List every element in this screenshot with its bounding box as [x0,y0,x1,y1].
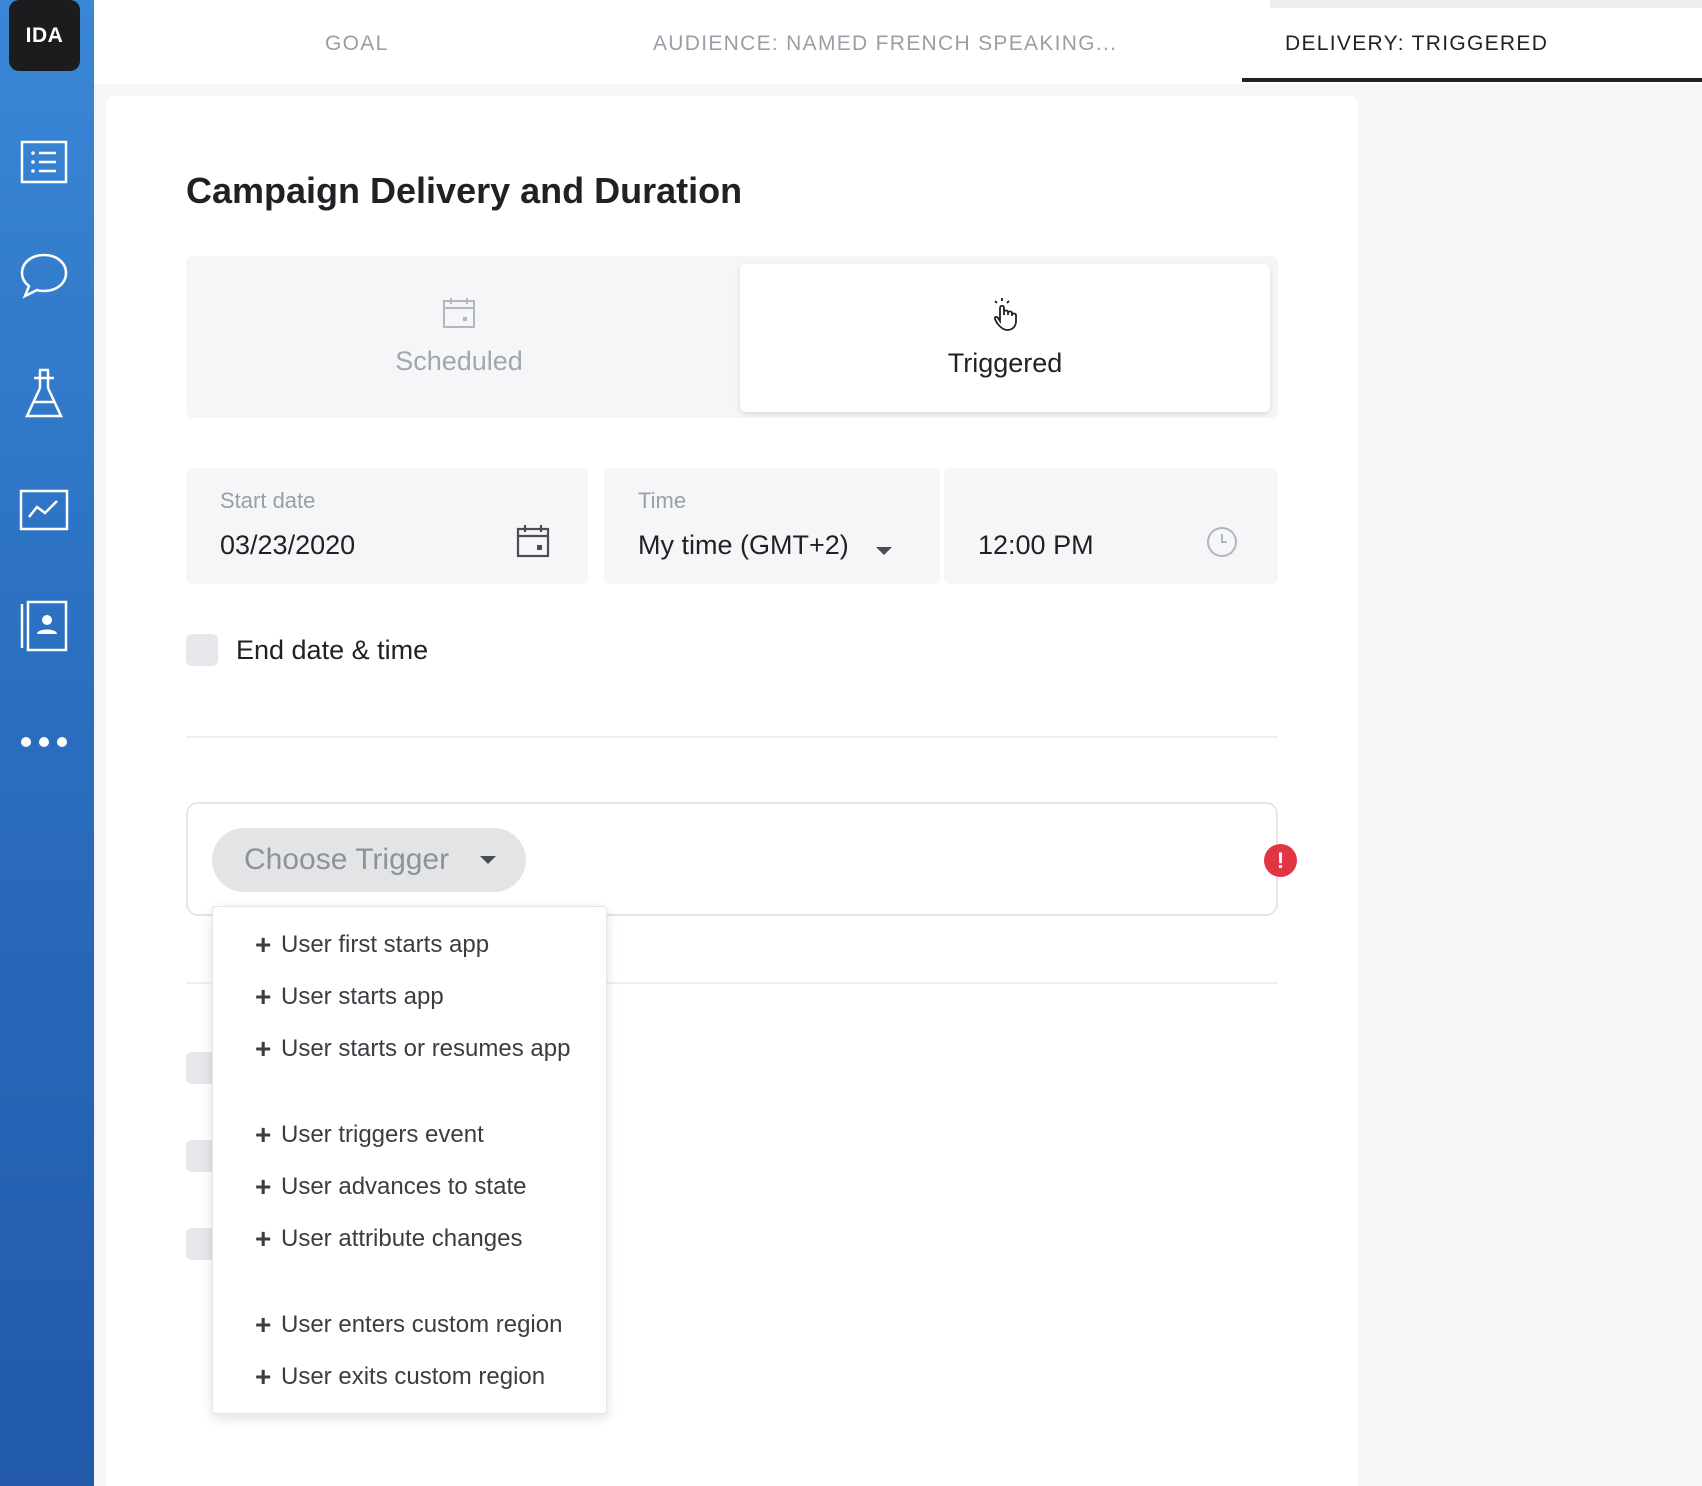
timezone-select[interactable]: Time My time (GMT+2) [604,468,940,584]
start-date-value: 03/23/2020 [220,530,356,560]
chat-bubble-icon[interactable] [16,248,72,304]
menu-item-label: User exits custom region [281,1363,546,1390]
end-date-label: End date & time [236,634,429,665]
trigger-container: Choose Trigger ! [186,802,1297,916]
clock-icon[interactable] [1206,526,1238,563]
tap-hand-icon [990,297,1020,336]
menu-item-user-triggers-event[interactable]: + User triggers event [255,1117,484,1153]
triggered-option[interactable]: Triggered [740,264,1270,412]
chart-icon[interactable] [16,482,72,538]
menu-item-label: User starts app [281,983,444,1010]
tab-audience[interactable]: AUDIENCE: NAMED FRENCH SPEAKING... [653,32,1117,56]
tab-delivery[interactable]: DELIVERY: TRIGGERED [1285,32,1548,56]
end-date-row: End date & time [186,634,428,666]
topbar-strip [1270,0,1702,8]
app-logo[interactable]: IDA [9,0,80,71]
menu-item-user-attribute-changes[interactable]: + User attribute changes [255,1221,522,1257]
trigger-dropdown-menu: + User first starts app + User starts ap… [212,906,607,1414]
menu-item-label: User advances to state [281,1173,527,1200]
menu-item-user-starts-or-resumes-app[interactable]: + User starts or resumes app [255,1031,570,1067]
calendar-icon [442,297,476,334]
page-title: Campaign Delivery and Duration [186,170,743,211]
menu-item-user-starts-app[interactable]: + User starts app [255,979,444,1015]
scheduled-option[interactable]: Scheduled [186,256,732,418]
more-icon[interactable] [16,714,72,770]
section-divider [186,736,1278,738]
chevron-down-icon [480,856,496,864]
start-date-label: Start date [220,488,316,513]
timezone-value: My time (GMT+2) [638,530,849,560]
plus-icon: + [255,1171,272,1202]
calendar-icon[interactable] [516,524,550,563]
plus-icon: + [255,981,272,1012]
menu-item-label: User starts or resumes app [281,1035,571,1062]
scheduled-label: Scheduled [395,346,523,376]
time-label: Time [638,488,687,513]
choose-trigger-button[interactable]: Choose Trigger [212,828,526,892]
menu-item-user-exits-custom-region[interactable]: + User exits custom region [255,1359,545,1395]
flask-icon[interactable] [16,366,72,422]
choose-trigger-label: Choose Trigger [244,843,450,876]
delivery-type-toggle: Scheduled Triggered [186,256,1278,418]
plus-icon: + [255,1309,272,1340]
menu-item-user-enters-custom-region[interactable]: + User enters custom region [255,1307,562,1343]
menu-item-label: User enters custom region [281,1311,563,1338]
time-value: 12:00 PM [978,530,1094,560]
chevron-down-icon [876,547,892,555]
error-icon: ! [1264,844,1297,877]
plus-icon: + [255,1119,272,1150]
sidebar: IDA [0,0,94,1486]
end-date-checkbox[interactable] [186,634,218,666]
time-field[interactable]: 12:00 PM [944,468,1278,584]
menu-item-user-first-starts-app[interactable]: + User first starts app [255,927,489,963]
top-tab-bar: GOAL AUDIENCE: NAMED FRENCH SPEAKING... … [94,0,1702,84]
contacts-icon[interactable] [16,598,72,654]
plus-icon: + [255,1033,272,1064]
plus-icon: + [255,929,272,960]
list-icon[interactable] [16,134,72,190]
menu-item-user-advances-to-state[interactable]: + User advances to state [255,1169,526,1205]
active-tab-indicator [1242,78,1702,82]
menu-item-label: User triggers event [281,1121,484,1148]
plus-icon: + [255,1361,272,1392]
menu-item-label: User attribute changes [281,1225,523,1252]
tab-goal[interactable]: GOAL [325,32,389,56]
menu-item-label: User first starts app [281,931,490,958]
plus-icon: + [255,1223,272,1254]
start-date-field[interactable]: Start date 03/23/2020 [186,468,588,584]
triggered-label: Triggered [947,348,1063,378]
